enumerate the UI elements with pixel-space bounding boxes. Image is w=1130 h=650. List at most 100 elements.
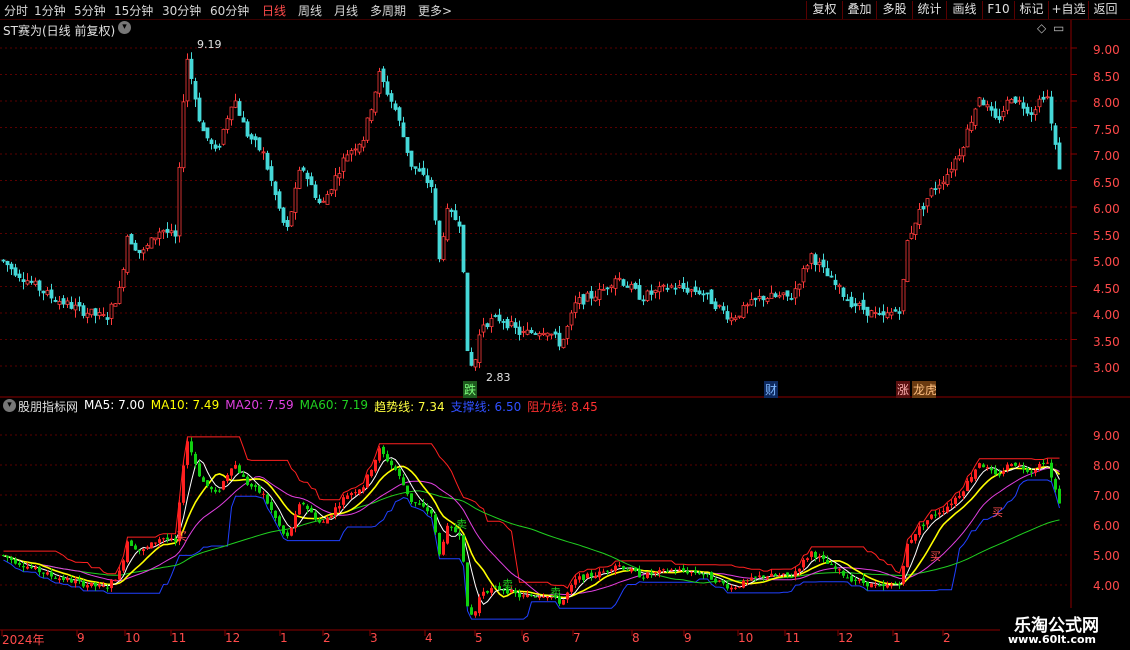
candle-body — [1001, 111, 1006, 118]
candle-body — [1005, 99, 1010, 111]
candle-body — [690, 571, 693, 573]
tab-60min[interactable]: 60分钟 — [210, 2, 249, 19]
event-marker-dragon-tiger[interactable]: 龙虎榜 — [912, 381, 936, 398]
candle-body — [777, 295, 782, 298]
event-marker-fall[interactable]: 跌 — [463, 381, 478, 398]
candle-body — [878, 585, 881, 587]
candle-body — [218, 490, 221, 492]
candle-body — [1017, 100, 1022, 102]
price-tick: 4.00 — [1093, 308, 1120, 322]
candle-body — [114, 579, 117, 582]
tab-15min[interactable]: 15分钟 — [114, 2, 153, 19]
candle-body — [146, 546, 149, 549]
tab-daily[interactable]: 日线 — [262, 2, 286, 19]
candle-body — [89, 308, 94, 316]
candle-body — [257, 137, 262, 151]
candle-body — [381, 68, 386, 82]
price-tick: 3.50 — [1093, 335, 1120, 349]
candle-body — [157, 231, 162, 239]
candle-body — [774, 574, 777, 576]
candle-body — [1057, 142, 1062, 170]
candle-body — [277, 191, 282, 209]
candle-body — [669, 285, 674, 288]
candle-body — [113, 303, 118, 307]
tab-weekly[interactable]: 周线 — [298, 2, 322, 19]
candle-body — [998, 473, 1001, 476]
candle-body — [593, 296, 598, 302]
candle-body — [389, 93, 394, 102]
candle-body — [210, 487, 213, 490]
kline-chart[interactable] — [0, 20, 1130, 650]
event-marker-finance[interactable]: 财 — [764, 381, 779, 398]
candle-body — [73, 304, 78, 311]
candle-body — [802, 559, 805, 568]
candle-body — [665, 287, 670, 290]
multi-stock-button[interactable]: 多股 — [876, 1, 912, 19]
candle-body — [189, 58, 194, 79]
overlay-button[interactable]: 叠加 — [842, 1, 876, 19]
time-tick: 2 — [943, 631, 951, 645]
candle-body — [258, 485, 261, 493]
candle-body — [922, 524, 925, 527]
stats-button[interactable]: 统计 — [912, 1, 946, 19]
candle-body — [746, 580, 749, 582]
candle-body — [637, 285, 642, 300]
time-tick: 9 — [77, 631, 85, 645]
candle-body — [317, 198, 322, 203]
indicator-name[interactable]: 股朋指标网 — [18, 398, 78, 415]
tab-1min[interactable]: 1分钟 — [34, 2, 66, 19]
candle-body — [190, 441, 193, 453]
candle-body — [570, 584, 573, 592]
candle-body — [758, 575, 761, 577]
tab-more[interactable]: 更多> — [418, 2, 452, 19]
candle-body — [673, 287, 678, 290]
candle-body — [897, 311, 902, 314]
candle-body — [829, 275, 834, 278]
chevron-down-icon[interactable]: ▾ — [118, 21, 131, 34]
candle-body — [813, 254, 818, 265]
candle-body — [846, 577, 849, 579]
tab-30min[interactable]: 30分钟 — [162, 2, 201, 19]
candle-body — [810, 551, 813, 557]
adjust-button[interactable]: 复权 — [806, 1, 842, 19]
candle-body — [634, 568, 637, 572]
candle-body — [182, 465, 185, 503]
candle-body — [682, 568, 685, 572]
candle-body — [198, 463, 201, 477]
candle-body — [946, 506, 949, 513]
candle-body — [701, 293, 706, 296]
candle-body — [498, 586, 501, 590]
candle-body — [545, 332, 550, 337]
mark-button[interactable]: 标记 — [1014, 1, 1048, 19]
event-marker-rise[interactable]: 涨 — [896, 381, 911, 398]
chevron-down-icon[interactable]: ▾ — [3, 399, 16, 412]
diamond-icon[interactable]: ◇ — [1037, 21, 1046, 35]
candle-body — [890, 584, 893, 587]
back-button[interactable]: 返回 — [1088, 1, 1122, 19]
f10-button[interactable]: F10 — [982, 1, 1014, 19]
candle-body — [449, 209, 454, 212]
candle-body — [882, 584, 885, 587]
tab-intraday[interactable]: 分时 — [4, 2, 28, 19]
candle-body — [413, 166, 418, 169]
time-tick: 11 — [171, 631, 187, 645]
add-favorite-button[interactable]: +自选 — [1048, 1, 1088, 19]
candle-body — [122, 560, 125, 571]
window-icon[interactable]: ▭ — [1053, 21, 1064, 35]
candle-body — [625, 285, 630, 288]
candle-body — [686, 570, 689, 574]
candle-body — [142, 549, 145, 552]
candle-body — [874, 584, 877, 586]
candle-body — [541, 332, 546, 335]
tab-multi-period[interactable]: 多周期 — [370, 2, 406, 19]
candle-body — [1013, 96, 1018, 103]
candle-body — [346, 495, 349, 499]
candle-body — [141, 249, 146, 254]
candle-body — [425, 175, 430, 184]
support-line — [3, 479, 1060, 620]
tab-5min[interactable]: 5分钟 — [74, 2, 106, 19]
tab-monthly[interactable]: 月线 — [334, 2, 358, 19]
candle-body — [770, 573, 773, 577]
draw-button[interactable]: 画线 — [946, 1, 982, 19]
candle-body — [742, 580, 745, 588]
